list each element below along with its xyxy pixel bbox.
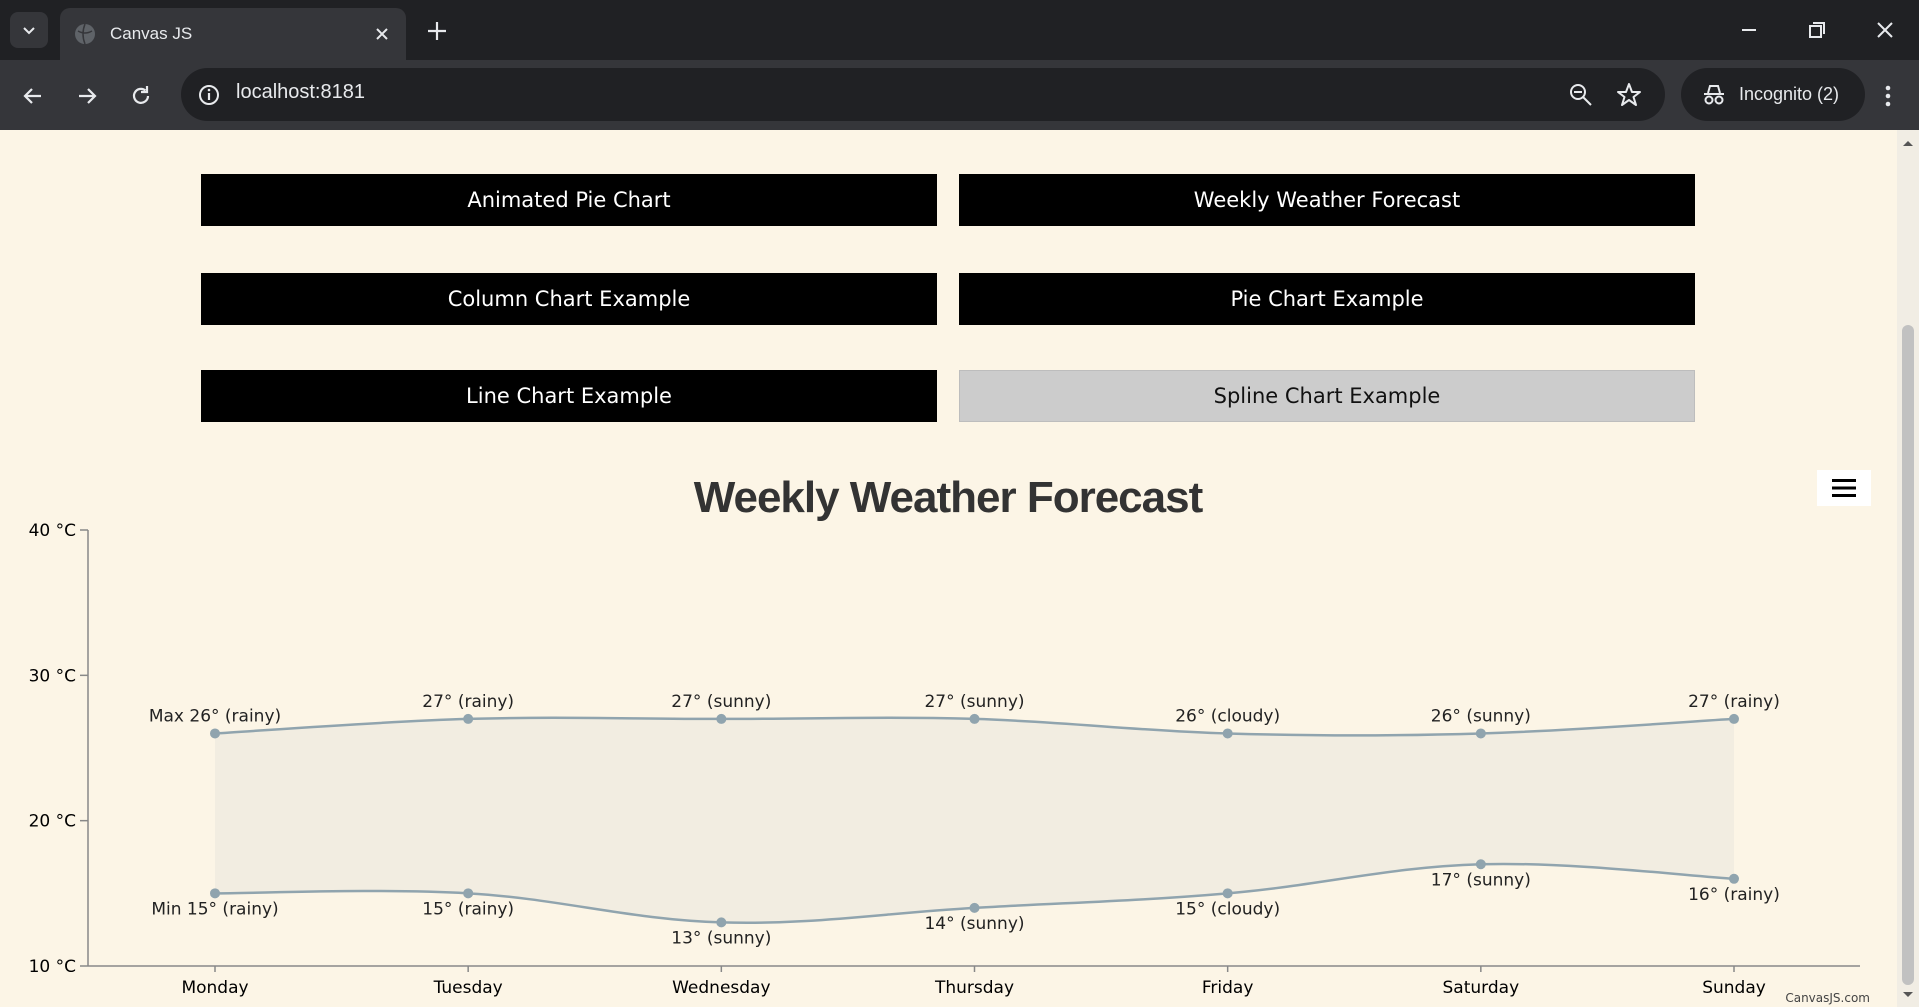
incognito-label: Incognito (2) [1739, 84, 1840, 104]
y-tick-label: 10 °C [29, 957, 76, 977]
max-temperature-label: 26° (sunny) [1431, 706, 1531, 726]
minimize-button[interactable] [1733, 14, 1765, 46]
min-temperature-label: 13° (sunny) [671, 928, 771, 948]
more-menu-icon[interactable] [1873, 81, 1903, 111]
new-tab-icon[interactable] [424, 18, 450, 44]
y-tick-label: 30 °C [29, 666, 76, 686]
browser-toolbar: localhost:8181 Incognito (2) [0, 60, 1919, 130]
max-temperature-label: 27° (sunny) [924, 692, 1024, 712]
scroll-up-arrow-icon[interactable] [1902, 138, 1914, 148]
incognito-icon [1704, 84, 1724, 104]
x-tick-label: Tuesday [433, 978, 503, 998]
chevron-down-icon [23, 27, 35, 35]
spline-chart-example-button[interactable]: Spline Chart Example [959, 370, 1695, 422]
max-temperature-label: 27° (rainy) [422, 692, 514, 712]
column-chart-example-button[interactable]: Column Chart Example [201, 273, 937, 325]
min-temperature-label: 17° (sunny) [1431, 870, 1531, 890]
reload-icon [132, 86, 150, 104]
weather-chart: Weekly Weather Forecast 40 °C 30 °C 20 °C 1… [29, 473, 1870, 1005]
restore-icon [1809, 22, 1825, 38]
range-area [215, 717, 1734, 923]
min-temperature-point [210, 888, 220, 899]
max-temperature-point [463, 713, 474, 724]
scrollbar-thumb[interactable] [1902, 325, 1914, 985]
back-button[interactable] [18, 81, 48, 111]
reload-button[interactable] [126, 81, 156, 111]
min-temperature-label: 15° (rainy) [422, 899, 514, 919]
close-icon [1877, 22, 1893, 38]
min-temperature-label: 14° (sunny) [924, 914, 1024, 934]
url-text[interactable]: localhost:8181 [236, 81, 365, 104]
max-temperature-label: 27° (rainy) [1688, 692, 1780, 712]
bookmark-star-icon[interactable] [1615, 81, 1643, 109]
min-temperature-point [1729, 873, 1739, 884]
close-tab-icon[interactable] [372, 24, 392, 44]
max-temperature-point [1729, 713, 1739, 724]
min-temperature-label: 16° (rainy) [1688, 885, 1780, 905]
min-temperature-label: 15° (cloudy) [1175, 899, 1280, 919]
x-tick-label: Friday [1202, 978, 1254, 998]
x-tick-label: Thursday [934, 978, 1014, 998]
min-temperature-point [1475, 859, 1486, 870]
x-tick-label: Monday [181, 978, 248, 998]
globe-icon [75, 23, 95, 45]
min-temperature-point [969, 902, 980, 913]
forward-button[interactable] [72, 81, 102, 111]
x-tick-label: Sunday [1702, 978, 1766, 998]
chart-title: Weekly Weather Forecast [694, 473, 1204, 522]
arrow-right-icon [79, 88, 97, 104]
line-chart-example-button[interactable]: Line Chart Example [201, 370, 937, 422]
max-temperature-point [1475, 728, 1486, 739]
minimize-icon [1742, 29, 1756, 31]
restore-button[interactable] [1801, 14, 1833, 46]
hamburger-menu-icon [1832, 479, 1856, 497]
min-temperature-label: Min 15° (rainy) [151, 899, 278, 919]
max-temperature-point [969, 713, 980, 724]
chart-credit: CanvasJS.com [1785, 991, 1870, 1005]
scroll-down-arrow-icon[interactable] [1902, 990, 1914, 1000]
max-temperature-label: 27° (sunny) [671, 692, 771, 712]
arrow-left-icon [23, 88, 41, 104]
y-tick-label: 40 °C [29, 521, 76, 541]
zoom-out-icon[interactable] [1567, 81, 1595, 109]
close-window-button[interactable] [1869, 14, 1901, 46]
browser-tab[interactable]: Canvas JS [60, 8, 406, 60]
animated-pie-chart-button[interactable]: Animated Pie Chart [201, 174, 937, 226]
min-temperature-point [716, 917, 727, 928]
x-tick-label: Saturday [1443, 978, 1520, 998]
address-bar[interactable]: localhost:8181 [181, 68, 1665, 121]
pie-chart-example-button[interactable]: Pie Chart Example [959, 273, 1695, 325]
page-scrollbar[interactable] [1897, 130, 1919, 1007]
weekly-weather-forecast-button[interactable]: Weekly Weather Forecast [959, 174, 1695, 226]
max-temperature-point [716, 713, 727, 724]
y-tick-label: 20 °C [29, 812, 76, 832]
page-content: Animated Pie Chart Weekly Weather Foreca… [0, 130, 1897, 1007]
tab-title: Canvas JS [110, 24, 193, 43]
max-temperature-line [214, 716, 1735, 737]
incognito-badge[interactable]: Incognito (2) [1681, 68, 1865, 121]
max-temperature-label: Max 26° (rainy) [149, 706, 281, 726]
max-temperature-point [210, 728, 220, 739]
chart-menu-button[interactable] [1817, 470, 1871, 506]
min-temperature-point [463, 888, 474, 899]
min-temperature-point [1222, 888, 1233, 899]
tab-search-button[interactable] [10, 12, 48, 48]
max-temperature-label: 26° (cloudy) [1175, 706, 1280, 726]
min-temperature-line [214, 862, 1735, 924]
browser-tab-bar: Canvas JS [0, 0, 1919, 60]
x-tick-label: Wednesday [672, 978, 770, 998]
max-temperature-point [1222, 728, 1233, 739]
site-info-icon[interactable] [196, 82, 222, 108]
